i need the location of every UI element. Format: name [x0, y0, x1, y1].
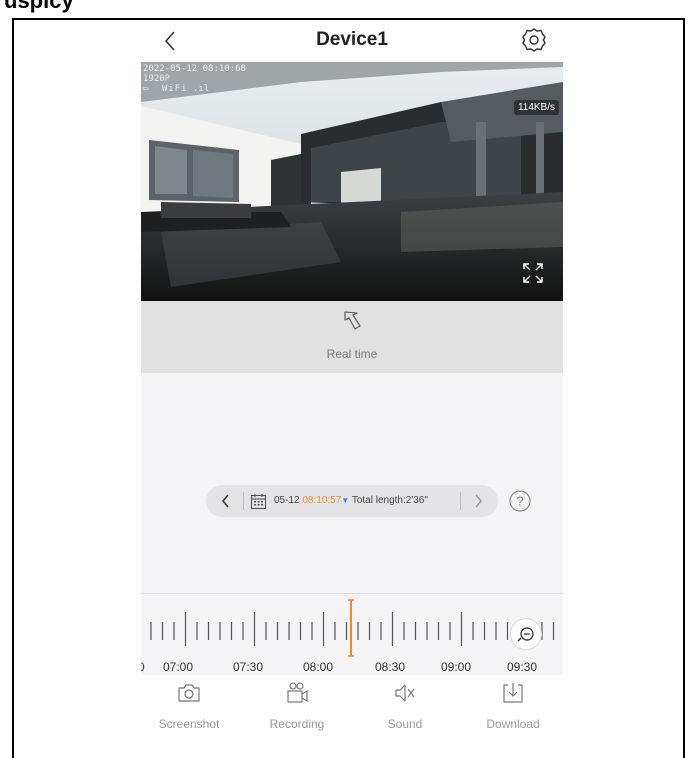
- timeline-ticks: [150, 599, 555, 657]
- calendar-icon: [250, 494, 267, 510]
- timeline-label: 09:00: [441, 660, 472, 674]
- osd-timestamp: 2022-05-12 08:10:68: [143, 64, 246, 74]
- bottom-toolbar: Screenshot Recording Sound Download: [141, 675, 563, 735]
- recording-label: Recording: [269, 717, 325, 731]
- download-label: Download: [486, 717, 540, 731]
- help-glyph: ?: [516, 494, 523, 509]
- camera-feed-image: [141, 62, 563, 301]
- zoom-out-button[interactable]: [510, 618, 542, 650]
- download-button[interactable]: Download: [468, 679, 558, 735]
- playback-date-selector: 05-12 08:10:57▼ Total length:2'36": [206, 485, 498, 517]
- osd-signal: WiFi: [161, 84, 188, 94]
- zoom-out-icon: [517, 627, 534, 642]
- sound-label: Sound: [387, 717, 423, 731]
- app-screen: Device1 2022-05-12 08:10:68 1920P ▭ WiFi…: [141, 20, 563, 758]
- timeline-label: 08:00: [303, 660, 334, 674]
- playback-panel: 05-12 08:10:57▼ Total length:2'36" ?: [141, 373, 563, 593]
- fullscreen-button[interactable]: [521, 261, 545, 285]
- page-title: Device1: [316, 29, 388, 50]
- playback-datetime[interactable]: 05-12 08:10:57▼ Total length:2'36": [274, 495, 428, 506]
- playback-time: 08:10:57: [302, 495, 342, 506]
- playback-date: 05-12: [274, 495, 300, 506]
- expand-icon: [523, 263, 543, 283]
- return-arrow-icon: [344, 311, 361, 330]
- calendar-button[interactable]: [250, 493, 267, 510]
- sound-button[interactable]: Sound: [360, 679, 450, 735]
- video-player[interactable]: 2022-05-12 08:10:68 1920P ▭ WiFi .ıl 114…: [141, 62, 563, 301]
- gear-icon: [522, 28, 546, 52]
- video-osd: 2022-05-12 08:10:68 1920P ▭ WiFi .ıl: [143, 64, 246, 94]
- timeline-label: 07:00: [163, 660, 194, 674]
- frame-border-right: [683, 18, 685, 758]
- next-day-button[interactable]: [468, 491, 488, 511]
- timeline-label: 0: [141, 660, 145, 674]
- screenshot-label: Screenshot: [158, 717, 220, 731]
- osd-resolution: 1920P: [143, 74, 171, 84]
- timeline-scrubber[interactable]: 0 07:00 07:30 08:00 08:30 09:00 09:30: [141, 593, 563, 675]
- recording-button[interactable]: Recording: [252, 679, 342, 735]
- battery-icon: ▭: [143, 84, 149, 94]
- total-length: Total length:2'36": [351, 495, 428, 506]
- screenshot-button[interactable]: Screenshot: [144, 679, 234, 735]
- signal-bars-icon: .ıl: [192, 84, 210, 94]
- chevron-left-icon: [222, 494, 229, 508]
- cropped-heading-text: uspicy: [4, 0, 74, 13]
- frame-border-left: [12, 18, 14, 758]
- video-camera-icon: [287, 682, 308, 703]
- camera-icon: [178, 684, 200, 702]
- timeline-label: 07:30: [233, 660, 264, 674]
- divider: [460, 492, 461, 510]
- divider: [243, 492, 244, 510]
- dropdown-caret-icon: ▼: [341, 496, 350, 505]
- nav-bar: Device1: [141, 20, 563, 62]
- realtime-button[interactable]: Real time: [141, 301, 563, 373]
- question-circle-icon: ?: [509, 490, 531, 512]
- realtime-label: Real time: [326, 347, 378, 361]
- timeline-label: 09:30: [507, 660, 538, 674]
- bitrate-badge: 114KB/s: [513, 100, 559, 115]
- settings-button[interactable]: [519, 25, 549, 55]
- download-icon: [503, 683, 523, 703]
- chevron-right-icon: [475, 494, 482, 508]
- screenshot-frame: uspicy Device1 2022-05-12 08:10:68 1920P…: [0, 0, 690, 758]
- speaker-muted-icon: [395, 684, 415, 702]
- help-button[interactable]: ?: [508, 489, 532, 513]
- previous-day-button[interactable]: [216, 491, 236, 511]
- timeline-label: 08:30: [375, 660, 406, 674]
